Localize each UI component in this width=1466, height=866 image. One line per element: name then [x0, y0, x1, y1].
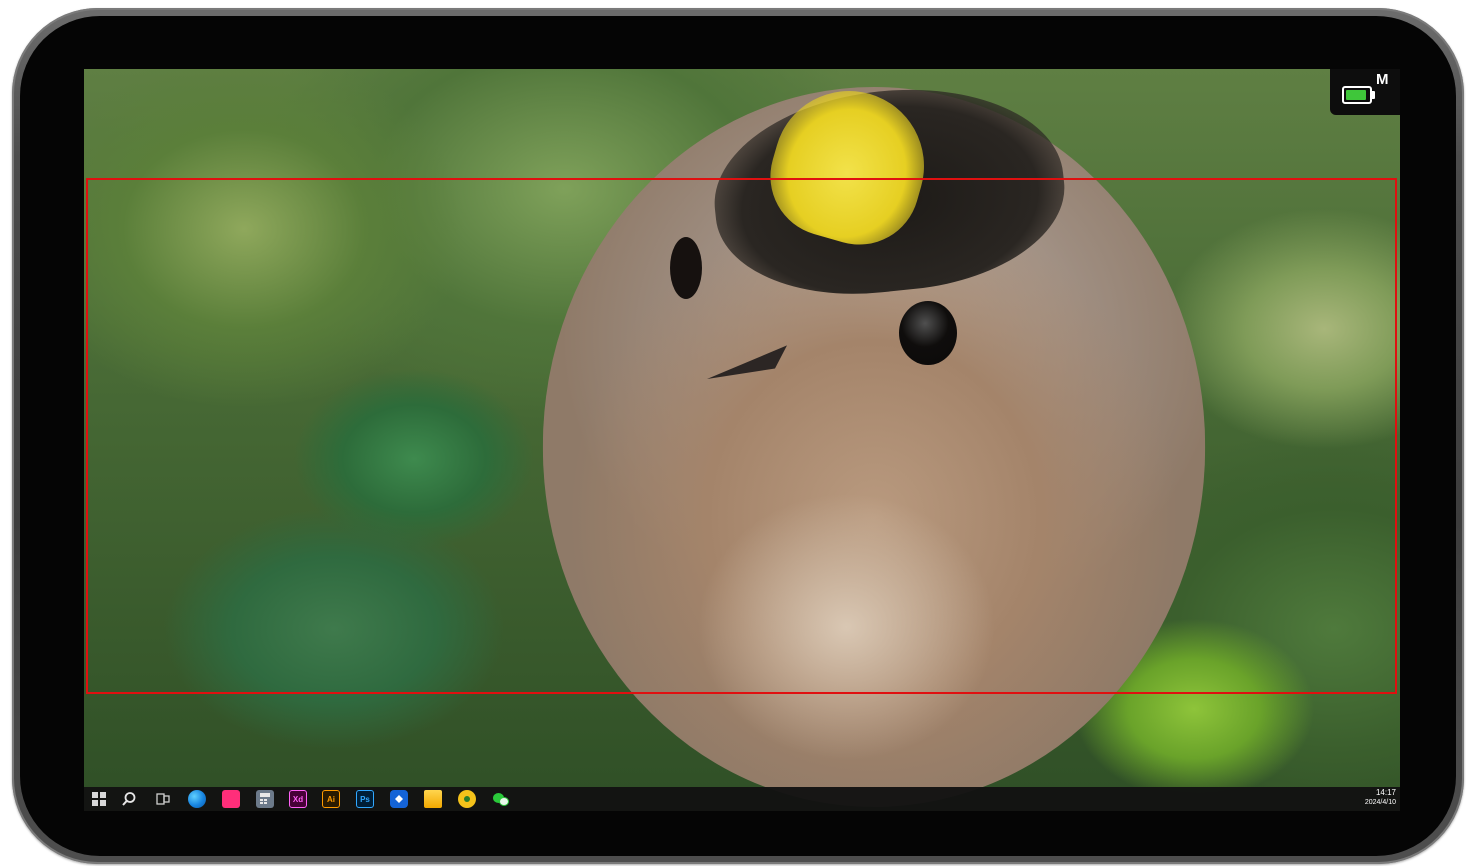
- bird-eye-right: [899, 301, 957, 365]
- battery-icon: [1342, 86, 1372, 104]
- blue-app-icon[interactable]: [390, 790, 408, 808]
- battery-mode-letter: M: [1376, 71, 1389, 88]
- search-icon[interactable]: [120, 790, 138, 808]
- task-view-icon[interactable]: [154, 790, 172, 808]
- battery-level-fill: [1346, 90, 1366, 100]
- battery-tip: [1372, 91, 1375, 99]
- screen: M Xd Ai Ps 14:17 2024/4/10: [84, 69, 1400, 811]
- calculator-icon[interactable]: [256, 790, 274, 808]
- windows-start-icon[interactable]: [90, 790, 108, 808]
- system-clock[interactable]: 14:17 2024/4/10: [1365, 788, 1396, 808]
- pink-app-icon[interactable]: [222, 790, 240, 808]
- clock-time: 14:17: [1375, 788, 1396, 797]
- bird-eye-left: [670, 237, 702, 299]
- battery-indicator[interactable]: M: [1330, 69, 1400, 115]
- taskbar: Xd Ai Ps 14:17 2024/4/10: [84, 787, 1400, 811]
- file-explorer-icon[interactable]: [424, 790, 442, 808]
- edge-browser-icon[interactable]: [188, 790, 206, 808]
- yellow-app-icon[interactable]: [458, 790, 476, 808]
- adobe-illustrator-icon[interactable]: Ai: [322, 790, 340, 808]
- wechat-icon[interactable]: [492, 790, 510, 808]
- adobe-xd-icon[interactable]: Xd: [289, 790, 307, 808]
- clock-date: 2024/4/10: [1364, 799, 1396, 806]
- adobe-photoshop-icon[interactable]: Ps: [356, 790, 374, 808]
